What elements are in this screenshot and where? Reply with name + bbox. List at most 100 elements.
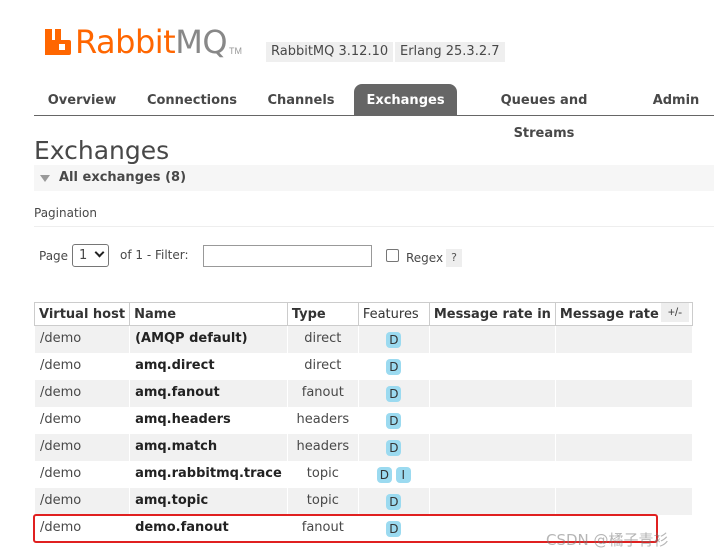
cell-type: topic [286,460,359,488]
feature-badge: D [386,412,402,429]
cell-exchange-name-link[interactable]: amq.topic [129,487,288,515]
cell-message-rate-out [554,379,693,407]
feature-badge: D [386,439,402,456]
cell-message-rate-out [554,406,693,434]
cell-features: D [357,433,430,461]
cell-message-rate-in [428,487,556,515]
page-label: Page [39,249,69,263]
logo-wordmark: RabbitMQ [75,26,227,58]
divider [34,226,714,227]
cell-exchange-name-link[interactable]: amq.direct [129,352,288,380]
cell-exchange-name-link[interactable]: amq.fanout [129,379,288,407]
cell-type: headers [286,433,359,461]
regex-checkbox[interactable] [386,249,399,262]
tab-connections[interactable]: Connections [138,84,246,115]
cell-message-rate-in [428,514,556,542]
tab-channels[interactable]: Channels [258,84,344,115]
cell-type: fanout [286,514,359,542]
watermark: CSDN @橘子青衫 [546,531,669,549]
pagination-heading: Pagination [34,206,97,220]
table-row[interactable]: /demo amq.direct direct D [33,352,693,380]
toggle-columns-button[interactable]: +/- [661,303,689,322]
chevron-down-icon [94,247,105,258]
cell-message-rate-in [428,325,556,353]
cell-message-rate-in [428,433,556,461]
col-name[interactable]: Name [129,302,288,326]
cell-exchange-name-link[interactable]: (AMQP default) [129,325,288,353]
section-label: All exchanges (8) [59,170,187,185]
all-exchanges-section-toggle[interactable]: All exchanges (8) [34,165,714,191]
cell-virtual-host: /demo [33,352,131,380]
cell-message-rate-in [428,460,556,488]
feature-badge: D [386,493,402,510]
cell-message-rate-out [554,487,693,515]
cell-virtual-host: /demo [33,325,131,353]
table-row[interactable]: /demo (AMQP default) direct D [33,325,693,353]
cell-virtual-host: /demo [33,433,131,461]
of-filter-label: of 1 - Filter: [120,248,189,262]
cell-message-rate-out [554,352,693,380]
tab-overview[interactable]: Overview [38,84,126,115]
col-virtual-host[interactable]: Virtual host [33,302,131,326]
cell-exchange-name-link[interactable]: demo.fanout [129,514,288,542]
table-row[interactable]: /demo amq.fanout fanout D [33,379,693,407]
cell-message-rate-out [554,433,693,461]
cell-features: D [357,514,430,542]
cell-message-rate-out [554,325,693,353]
rabbitmq-version-badge: RabbitMQ 3.12.10 [266,42,394,62]
cell-virtual-host: /demo [33,379,131,407]
cell-type: direct [286,352,359,380]
cell-type: topic [286,487,359,515]
cell-type: headers [286,406,359,434]
rabbitmq-logo[interactable]: RabbitMQ TM [45,22,242,62]
feature-badge: I [395,466,411,483]
cell-message-rate-in [428,352,556,380]
cell-exchange-name-link[interactable]: amq.rabbitmq.trace [129,460,288,488]
table-row[interactable]: /demo amq.headers headers D [33,406,693,434]
tab-admin[interactable]: Admin [646,84,706,115]
table-header-row: Virtual host Name Type Features Message … [33,302,693,326]
regex-help-button[interactable]: ? [446,249,462,267]
col-features: Features [357,302,430,326]
table-row[interactable]: /demo amq.rabbitmq.trace topic D I [33,460,693,488]
cell-virtual-host: /demo [33,514,131,542]
feature-badge: D [376,466,392,483]
cell-virtual-host: /demo [33,460,131,488]
col-type[interactable]: Type [286,302,359,326]
cell-exchange-name-link[interactable]: amq.match [129,433,288,461]
rabbitmq-logo-icon [45,29,71,55]
cell-features: D [357,325,430,353]
page-select-value: 1 [79,248,88,263]
table-row[interactable]: /demo amq.topic topic D [33,487,693,515]
page-title: Exchanges [34,136,170,165]
exchanges-table: Virtual host Name Type Features Message … [33,302,693,542]
col-message-rate-in[interactable]: Message rate in [428,302,556,326]
cell-features: D [357,379,430,407]
cell-type: fanout [286,379,359,407]
cell-features: D [357,406,430,434]
cell-virtual-host: /demo [33,487,131,515]
logo-text-mq: MQ [175,23,227,61]
cell-message-rate-in [428,379,556,407]
filter-input[interactable] [203,245,372,267]
feature-badge: D [386,332,402,348]
trademark-mark: TM [229,46,242,56]
page-select[interactable]: 1 [72,244,109,267]
feature-badge: D [386,520,402,537]
main-nav-tabs: Overview Connections Channels Exchanges … [34,84,714,141]
cell-message-rate-out [554,460,693,488]
feature-badge: D [386,385,402,402]
logo-text-rabbit: Rabbit [75,23,176,61]
table-row[interactable]: /demo amq.match headers D [33,433,693,461]
cell-exchange-name-link[interactable]: amq.headers [129,406,288,434]
cell-features: D [357,487,430,515]
feature-badge: D [386,358,402,375]
cell-type: direct [286,325,359,353]
collapse-triangle-icon [40,175,50,182]
tab-queues-and-streams[interactable]: Queues and Streams [468,84,620,141]
header: RabbitMQ TM RabbitMQ 3.12.10 Erlang 25.3… [0,0,714,80]
tab-exchanges[interactable]: Exchanges [354,84,457,115]
cell-features: D [357,352,430,380]
erlang-version-badge: Erlang 25.3.2.7 [395,42,505,62]
cell-features: DI [357,460,430,488]
